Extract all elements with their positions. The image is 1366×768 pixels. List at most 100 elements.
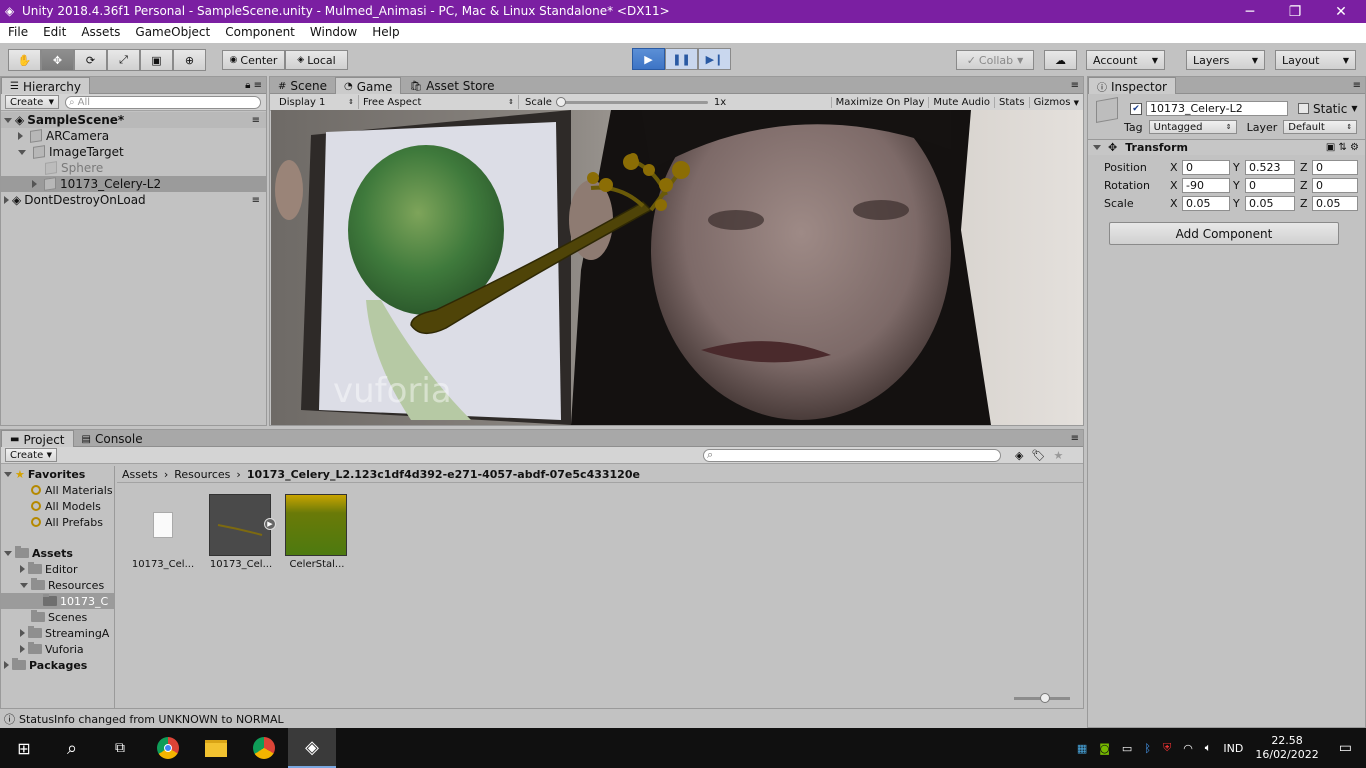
component-settings-icon[interactable]: ▣ ⇅ ⚙	[1326, 142, 1359, 153]
transform-tool-button[interactable]: ⊕	[173, 49, 206, 71]
close-button[interactable]: ✕	[1318, 0, 1364, 23]
active-checkbox[interactable]: ✔	[1130, 102, 1142, 115]
tab-project[interactable]: ▬ Project	[1, 429, 74, 447]
favorite-all-prefabs[interactable]: All Prefabs	[1, 514, 114, 530]
layer-dropdown[interactable]: Default ⇕	[1283, 120, 1358, 134]
breadcrumb-assets[interactable]: Assets	[122, 468, 158, 481]
folder-scenes[interactable]: Scenes	[1, 609, 114, 625]
game-view-canvas[interactable]: vuforia	[271, 110, 1083, 425]
bluetooth-tray-icon[interactable]: ᛒ	[1144, 742, 1151, 755]
tab-console[interactable]: ▤ Console	[74, 430, 151, 447]
panel-menu-icon[interactable]: ≡	[1071, 80, 1079, 91]
restore-button[interactable]: ❐	[1272, 0, 1318, 23]
expand-arrow-icon[interactable]	[4, 471, 12, 477]
menu-window[interactable]: Window	[302, 23, 364, 39]
tab-hierarchy[interactable]: ☰ Hierarchy	[1, 76, 90, 94]
assets-root-row[interactable]: Assets	[1, 545, 114, 561]
expand-arrow-icon[interactable]	[20, 582, 28, 588]
aspect-dropdown[interactable]: Free Aspect ⇕	[359, 95, 519, 109]
position-z-field[interactable]: 0	[1312, 159, 1358, 175]
expand-arrow-icon[interactable]	[18, 132, 23, 140]
breadcrumb-resources[interactable]: Resources	[174, 468, 230, 481]
clock[interactable]: 22.58 16/02/2022	[1255, 734, 1318, 762]
chrome-profile-taskbar-button[interactable]	[240, 728, 288, 768]
panel-menu-icon[interactable]: 🔒︎ ≡	[245, 80, 262, 91]
layout-dropdown[interactable]: Layout ▼	[1275, 50, 1356, 70]
expand-arrow-icon[interactable]	[1093, 145, 1101, 150]
expand-arrow-icon[interactable]	[4, 196, 9, 204]
volume-tray-icon[interactable]: 🔈︎	[1205, 741, 1212, 755]
menu-help[interactable]: Help	[364, 23, 406, 39]
gizmos-dropdown[interactable]: Gizmos ▼	[1028, 96, 1083, 108]
collab-button[interactable]: ✓ Collab ▼	[956, 50, 1034, 70]
status-bar[interactable]: ⓘ StatusInfo changed from UNKNOWN to NOR…	[0, 710, 1087, 728]
expand-arrow-icon[interactable]	[20, 565, 25, 573]
pivot-local-button[interactable]: ◈ Local	[285, 50, 348, 70]
expand-arrow-icon[interactable]	[20, 645, 25, 653]
cloud-button[interactable]: ☁	[1044, 50, 1077, 70]
layers-dropdown[interactable]: Layers ▼	[1186, 50, 1265, 70]
windows-start-button[interactable]: ⊞	[0, 728, 48, 768]
hierarchy-create-dropdown[interactable]: Create ▼	[5, 95, 59, 109]
rotation-z-field[interactable]: 0	[1312, 177, 1358, 193]
maximize-on-play-toggle[interactable]: Maximize On Play	[830, 96, 929, 108]
hand-tool-button[interactable]: ✋	[8, 49, 41, 71]
hierarchy-item-imagetarget[interactable]: ImageTarget	[1, 144, 266, 160]
menu-component[interactable]: Component	[217, 23, 302, 39]
position-y-field[interactable]: 0.523	[1245, 159, 1295, 175]
scale-y-field[interactable]: 0.05	[1245, 195, 1295, 211]
static-checkbox[interactable]	[1298, 103, 1309, 114]
move-tool-button[interactable]: ✥	[41, 49, 74, 71]
rect-tool-button[interactable]: ▣	[140, 49, 173, 71]
favorite-star-icon[interactable]: ★	[1053, 449, 1063, 462]
nvidia-tray-icon[interactable]: ◙	[1099, 742, 1110, 755]
task-view-button[interactable]: ⧉	[96, 728, 144, 768]
position-x-field[interactable]: 0	[1182, 159, 1230, 175]
expand-arrow-icon[interactable]	[4, 661, 9, 669]
rotation-x-field[interactable]: -90	[1182, 177, 1230, 193]
unity-taskbar-button[interactable]: ◈	[288, 728, 336, 768]
folder-resources[interactable]: Resources	[1, 577, 114, 593]
thumbnail-size-slider[interactable]	[1014, 693, 1070, 703]
expand-arrow-icon[interactable]	[32, 180, 37, 188]
filter-label-icon[interactable]: 🏷︎	[1031, 449, 1045, 462]
language-indicator[interactable]: IND	[1223, 742, 1243, 755]
file-explorer-taskbar-button[interactable]	[192, 728, 240, 768]
tab-scene[interactable]: # Scene	[270, 77, 335, 94]
tab-game[interactable]: ◔ Game	[334, 76, 402, 94]
battery-tray-icon[interactable]: ▭	[1122, 742, 1132, 755]
thumbnail-size-thumb[interactable]	[1040, 693, 1050, 703]
chrome-taskbar-button[interactable]	[144, 728, 192, 768]
packages-root-row[interactable]: Packages	[1, 657, 114, 673]
breadcrumb-current[interactable]: 10173_Celery_L2.123c1df4d392-e271-4057-a…	[247, 468, 640, 481]
pivot-center-button[interactable]: ◉ Center	[222, 50, 285, 70]
scale-z-field[interactable]: 0.05	[1312, 195, 1358, 211]
project-search-input[interactable]: ⌕	[703, 448, 1001, 462]
asset-item-material[interactable]: CelerStal...	[281, 494, 353, 574]
menu-gameobject[interactable]: GameObject	[127, 23, 217, 39]
menu-edit[interactable]: Edit	[35, 23, 73, 39]
object-name-field[interactable]: 10173_Celery-L2	[1146, 101, 1288, 116]
asset-item-file[interactable]: 10173_Cel...	[127, 494, 199, 574]
add-component-button[interactable]: Add Component	[1109, 222, 1339, 245]
hierarchy-item-sphere[interactable]: Sphere	[1, 160, 266, 176]
folder-streamingassets[interactable]: StreamingA	[1, 625, 114, 641]
expand-asset-icon[interactable]: ▶	[264, 518, 276, 530]
scale-x-field[interactable]: 0.05	[1182, 195, 1230, 211]
filter-type-icon[interactable]: ◈	[1015, 449, 1023, 462]
notification-icon[interactable]: ▭	[1339, 740, 1352, 756]
project-create-dropdown[interactable]: Create ▼	[5, 448, 57, 462]
tab-asset-store[interactable]: 🛍︎ Asset Store	[401, 77, 502, 94]
mute-audio-toggle[interactable]: Mute Audio	[928, 96, 994, 108]
tag-dropdown[interactable]: Untagged ⇕	[1148, 120, 1237, 134]
scale-slider-thumb[interactable]	[555, 96, 566, 107]
rotation-y-field[interactable]: 0	[1245, 177, 1295, 193]
scene-root-row[interactable]: ◈ SampleScene* ≡	[1, 112, 266, 128]
wifi-tray-icon[interactable]: ◠	[1183, 742, 1193, 755]
favorite-all-models[interactable]: All Models	[1, 498, 114, 514]
folder-celery[interactable]: 10173_C	[1, 593, 114, 609]
hierarchy-item-dontdestroyonload[interactable]: ◈ DontDestroyOnLoad ≡	[1, 192, 266, 208]
display-dropdown[interactable]: Display 1 ⇕	[275, 95, 359, 109]
scale-tool-button[interactable]: ⤢	[107, 49, 140, 71]
pause-button[interactable]: ❚❚	[665, 48, 698, 70]
